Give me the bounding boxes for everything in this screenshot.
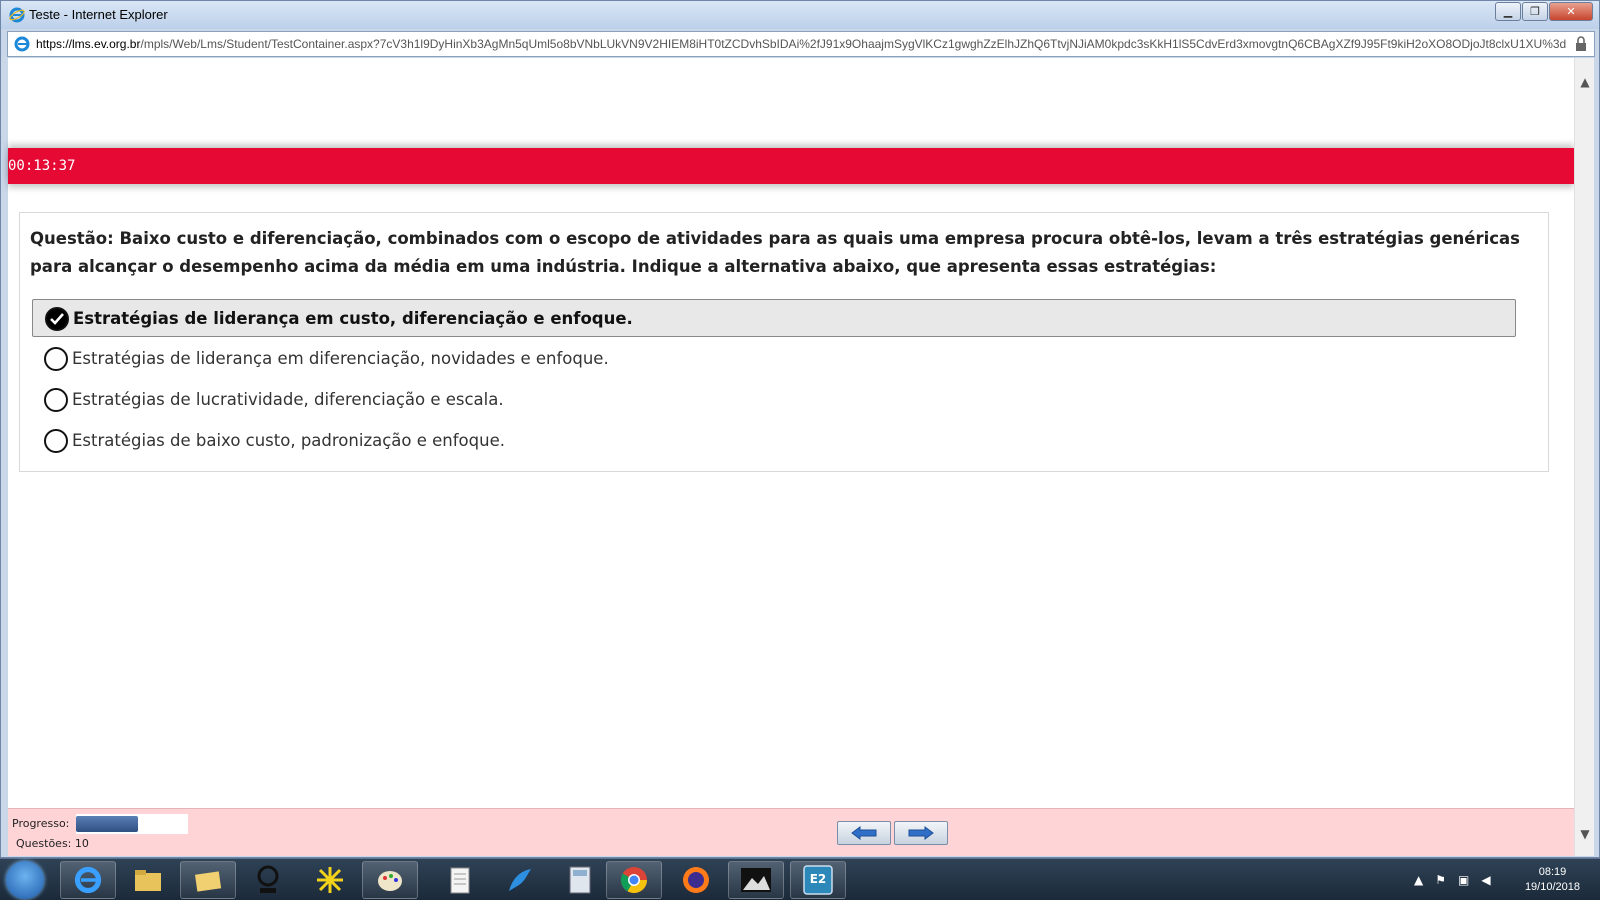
previous-button[interactable] <box>837 821 891 845</box>
close-button[interactable]: ✕ <box>1549 2 1593 21</box>
option-label: Estratégias de lucratividade, diferencia… <box>72 390 504 409</box>
clock[interactable]: 08:19 19/10/2018 <box>1525 865 1580 895</box>
arrow-left-icon <box>851 826 877 840</box>
start-icon[interactable] <box>6 861 44 899</box>
option-2[interactable]: Estratégias de liderança em diferenciaçã… <box>32 340 1516 378</box>
radio-icon[interactable] <box>44 347 68 371</box>
notepad-icon[interactable] <box>432 861 488 899</box>
tray-icons: ▲ ⚑ ▣ ◀ <box>1414 873 1491 887</box>
option-label: Estratégias de liderança em custo, difer… <box>73 309 633 328</box>
address-path: /mpls/Web/Lms/Student/TestContainer.aspx… <box>140 37 1566 51</box>
maximize-button[interactable]: ❐ <box>1522 2 1548 21</box>
internet-explorer-icon <box>14 36 30 52</box>
scroll-up-icon[interactable]: ▲ <box>1575 72 1595 92</box>
window-controls: ▁ ❐ ✕ <box>1494 2 1593 21</box>
address-bar[interactable]: https://lms.ev.org.br/mpls/Web/Lms/Stude… <box>7 31 1595 57</box>
snowflake-app-icon[interactable] <box>302 861 358 899</box>
chrome-icon[interactable] <box>606 861 662 899</box>
e2-com-icon[interactable]: E2 <box>790 861 846 899</box>
checked-radio-icon[interactable] <box>45 307 69 331</box>
title-bar[interactable]: Teste - Internet Explorer ▁ ❐ ✕ <box>1 1 1599 29</box>
firefox-icon[interactable] <box>668 861 724 899</box>
lock-icon[interactable] <box>1574 36 1588 52</box>
arrow-right-icon <box>908 826 934 840</box>
elo-app-icon[interactable] <box>240 861 296 899</box>
address-url[interactable]: https://lms.ev.org.br/mpls/Web/Lms/Stude… <box>36 37 1566 51</box>
questions-count: Questões: 10 <box>16 837 89 850</box>
clock-date: 19/10/2018 <box>1524 881 1580 893</box>
bird-app-icon[interactable] <box>492 861 548 899</box>
svg-text:E2: E2 <box>810 872 827 886</box>
progress-fill <box>76 816 138 832</box>
show-hidden-icons-icon[interactable]: ▲ <box>1414 873 1423 887</box>
progress-label: Progresso: <box>12 817 70 830</box>
paint-icon[interactable] <box>362 861 418 899</box>
test-footer: Progresso: Questões: 10 <box>8 808 1574 856</box>
progress-bar <box>76 814 188 834</box>
scroll-down-icon[interactable]: ▼ <box>1575 824 1595 844</box>
option-1[interactable]: Estratégias de liderança em custo, difer… <box>32 299 1516 337</box>
option-4[interactable]: Estratégias de baixo custo, padronização… <box>32 422 1516 460</box>
address-host: https://lms.ev.org.br <box>36 37 141 51</box>
internet-explorer-icon[interactable] <box>60 861 116 899</box>
minimize-button[interactable]: ▁ <box>1495 2 1521 21</box>
question-text: Questão: Baixo custo e diferenciação, co… <box>30 229 1520 276</box>
file-explorer-icon[interactable] <box>120 861 176 899</box>
vertical-scrollbar[interactable]: ▲ ▼ <box>1574 58 1594 856</box>
taskbar: E2 ▲ ⚑ ▣ ◀ 08:19 19/10/2018 <box>0 858 1600 900</box>
network-icon[interactable]: ▣ <box>1458 873 1469 887</box>
radio-icon[interactable] <box>44 388 68 412</box>
timer: 00:13:37 <box>8 158 76 174</box>
internet-explorer-icon <box>9 7 25 23</box>
option-3[interactable]: Estratégias de lucratividade, diferencia… <box>32 381 1516 419</box>
clock-time: 08:19 <box>1538 866 1567 878</box>
timer-bar: 00:13:37 <box>8 148 1574 184</box>
window-title: Teste - Internet Explorer <box>29 7 168 22</box>
next-button[interactable] <box>894 821 948 845</box>
volume-muted-icon[interactable]: ◀ <box>1481 873 1490 887</box>
radio-icon[interactable] <box>44 429 68 453</box>
option-label: Estratégias de baixo custo, padronização… <box>72 431 505 450</box>
photo-app-icon[interactable] <box>728 861 784 899</box>
question-card: Questão: Baixo custo e diferenciação, co… <box>19 212 1549 472</box>
flag-icon[interactable]: ⚑ <box>1435 873 1446 887</box>
folder-icon[interactable] <box>180 861 236 899</box>
option-label: Estratégias de liderança em diferenciaçã… <box>72 349 609 368</box>
system-tray: ▲ ⚑ ▣ ◀ 08:19 19/10/2018 <box>1400 859 1600 900</box>
calculator-icon[interactable] <box>552 861 608 899</box>
page-content: 00:13:37 Questão: Baixo custo e diferenc… <box>8 58 1574 856</box>
